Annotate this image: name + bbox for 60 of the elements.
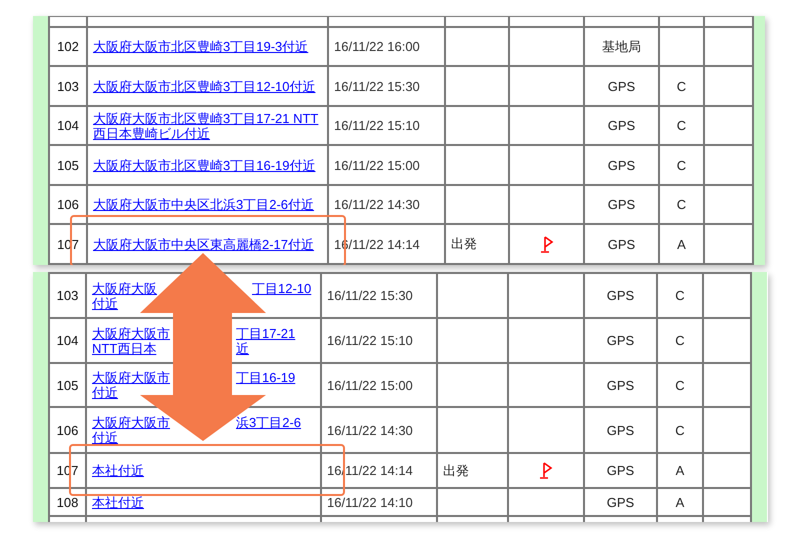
address-link[interactable]: 付近 bbox=[92, 296, 118, 310]
address-link[interactable]: 丁目16-19 bbox=[236, 370, 296, 385]
timestamp: 16/11/22 15:00 bbox=[327, 378, 413, 392]
status-text: 出発 bbox=[451, 236, 477, 251]
address-link[interactable]: 大阪府大阪 bbox=[92, 280, 157, 296]
row-number: 105 bbox=[57, 158, 79, 172]
row-number: 103 bbox=[56, 288, 78, 303]
grade-text: C bbox=[676, 118, 686, 133]
address-link[interactable]: 大阪府大阪市 bbox=[92, 370, 170, 385]
grade-text: C bbox=[675, 422, 685, 438]
method-text: GPS bbox=[608, 78, 636, 94]
grade-text: C bbox=[675, 378, 685, 392]
address-link[interactable]: 本社付近 bbox=[92, 463, 144, 478]
method-text: GPS bbox=[606, 333, 634, 348]
timestamp: 16/11/22 15:10 bbox=[327, 333, 413, 348]
grade-text: A bbox=[676, 494, 684, 510]
method-text: GPS bbox=[608, 236, 636, 252]
row-number: 108 bbox=[56, 494, 78, 510]
timestamp: 16/11/22 14:30 bbox=[334, 197, 420, 212]
grade-text: C bbox=[676, 78, 686, 94]
address-link[interactable]: 付近 bbox=[92, 385, 118, 400]
address-link[interactable]: 丁目17-21 bbox=[236, 326, 296, 340]
timestamp: 16/11/22 15:10 bbox=[334, 118, 420, 133]
method-text: GPS bbox=[608, 118, 636, 133]
address-link[interactable]: 丁目12-10 bbox=[252, 280, 312, 296]
timestamp: 16/11/22 15:30 bbox=[334, 78, 420, 94]
method-text: GPS bbox=[606, 463, 634, 478]
method-text: 基地局 bbox=[602, 38, 641, 54]
grade-text: C bbox=[676, 158, 686, 172]
timestamp: 16/11/22 16:00 bbox=[334, 39, 420, 54]
method-text: GPS bbox=[606, 288, 634, 303]
method-text: GPS bbox=[606, 378, 634, 392]
grade-text: C bbox=[676, 197, 686, 212]
address-link[interactable]: 大阪府大阪市 bbox=[92, 326, 170, 340]
address-link[interactable]: NTT西日本 bbox=[92, 340, 156, 356]
method-text: GPS bbox=[606, 422, 634, 438]
grade-text: C bbox=[675, 333, 685, 348]
timestamp: 16/11/22 14:30 bbox=[327, 422, 413, 438]
address-link[interactable]: 付近 bbox=[92, 430, 118, 445]
grade-text: A bbox=[677, 236, 686, 252]
row-number: 103 bbox=[57, 78, 79, 94]
grade-text: C bbox=[675, 288, 685, 303]
row-number: 106 bbox=[57, 197, 79, 212]
timestamp: 16/11/22 15:00 bbox=[334, 158, 420, 172]
address-link[interactable]: 浜3丁目2-6 bbox=[236, 415, 302, 430]
method-text: GPS bbox=[606, 494, 634, 510]
row-number: 104 bbox=[57, 118, 79, 133]
row-number: 106 bbox=[56, 422, 78, 438]
address-link[interactable]: 近 bbox=[236, 340, 249, 356]
grade-text: A bbox=[676, 463, 684, 478]
timestamp: 16/11/22 14:10 bbox=[327, 494, 413, 510]
row-number: 104 bbox=[56, 333, 78, 348]
address-link[interactable]: 大阪府大阪市 bbox=[92, 415, 170, 430]
method-text: GPS bbox=[608, 197, 636, 212]
row-number: 102 bbox=[57, 39, 79, 54]
address-link[interactable]: 本社付近 bbox=[92, 494, 144, 510]
status-text: 出発 bbox=[443, 462, 469, 478]
timestamp: 16/11/22 15:30 bbox=[327, 288, 413, 303]
row-number: 105 bbox=[56, 378, 78, 392]
method-text: GPS bbox=[608, 158, 636, 172]
